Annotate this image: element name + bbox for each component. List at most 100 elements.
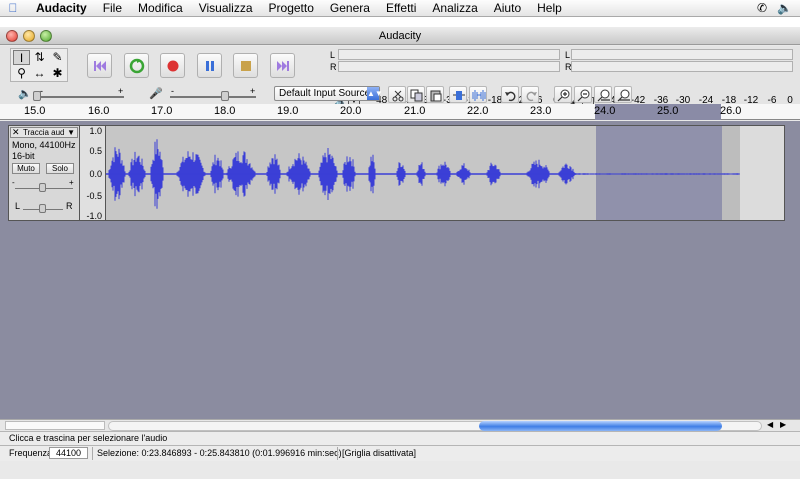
redo-icon: [526, 91, 537, 102]
ruler-tick: 26.0: [720, 105, 742, 117]
cut-button[interactable]: [388, 86, 406, 103]
scroll-right-arrow-icon[interactable]: ▶: [780, 420, 786, 429]
menubar:  Audacity File Modifica Visualizza Prog…: [0, 0, 800, 17]
trim-button[interactable]: [449, 86, 467, 103]
selection-readout: Selezione: 0:23.846893 - 0:25.843810 (0:…: [97, 448, 342, 458]
ruler-tick: 17.0: [151, 105, 173, 117]
silence-icon: [472, 90, 486, 101]
fit-selection-button[interactable]: [594, 86, 612, 103]
input-volume-icon: 🎤: [149, 88, 163, 100]
ruler-tick: 19.0: [277, 105, 299, 117]
track-area[interactable]: ✕ Traccia aud ▼ Mono, 44100Hz 16-bit Mut…: [0, 121, 800, 419]
pause-button[interactable]: [197, 53, 222, 78]
amplitude-tick: 0.5: [89, 146, 102, 156]
horizontal-scroll-thumb[interactable]: [479, 421, 722, 431]
track-header[interactable]: ✕ Traccia aud ▼: [10, 127, 78, 138]
rec-meter-l-label: L: [565, 50, 571, 60]
menu-project[interactable]: Progetto: [261, 1, 322, 15]
input-source-select[interactable]: Default Input Source ▲▼: [274, 86, 383, 101]
timeshift-tool-icon[interactable]: ↔: [31, 66, 48, 81]
track-gain-thumb[interactable]: [39, 183, 46, 192]
skip-start-button[interactable]: [87, 53, 112, 78]
apple-icon[interactable]: : [4, 1, 22, 15]
gain-minus: -: [12, 178, 15, 187]
timeline-ruler[interactable]: 15.0 16.0 17.0 18.0 19.0 20.0 21.0 22.0 …: [0, 104, 800, 120]
menu-effects[interactable]: Effetti: [378, 1, 424, 15]
zoom-in-button[interactable]: [554, 86, 572, 103]
input-volume-plus: +: [250, 86, 256, 96]
skip-end-button[interactable]: [270, 53, 295, 78]
amplitude-ruler: 1.0 0.5 0.0 -0.5 -1.0: [80, 125, 105, 221]
input-volume-slider[interactable]: [170, 96, 256, 98]
close-track-icon[interactable]: ✕: [12, 128, 20, 137]
input-volume-thumb[interactable]: [221, 91, 229, 101]
ruler-tick: 21.0: [404, 105, 426, 117]
menu-view[interactable]: Visualizza: [191, 1, 261, 15]
ruler-tick: 20.0: [340, 105, 362, 117]
play-meter-r-label: R: [330, 62, 337, 72]
menu-analyze[interactable]: Analizza: [424, 1, 485, 15]
menu-file[interactable]: File: [95, 1, 130, 15]
status-hint-bar: Clicca e trascina per selezionare l'audi…: [0, 431, 800, 445]
draw-tool-icon[interactable]: ✎: [49, 50, 66, 65]
record-button[interactable]: [160, 53, 185, 78]
scroll-left-arrow-icon[interactable]: ◀: [767, 420, 773, 429]
copy-button[interactable]: [407, 86, 425, 103]
scissors-icon: [392, 90, 404, 102]
stop-icon: [241, 61, 251, 71]
record-icon: [167, 60, 179, 72]
waveform-display[interactable]: [105, 125, 785, 221]
selection-tool-icon[interactable]: I: [13, 50, 30, 65]
track-name[interactable]: Traccia aud: [23, 128, 65, 137]
ruler-tick: 22.0: [467, 105, 489, 117]
zoom-in-icon: [557, 89, 570, 102]
zoom-out-button[interactable]: [574, 86, 592, 103]
redo-button[interactable]: [521, 86, 539, 103]
play-meter-left: [338, 49, 560, 60]
output-volume-slider[interactable]: [38, 96, 124, 98]
amplitude-tick: -1.0: [86, 211, 102, 221]
silence-button[interactable]: [469, 86, 487, 103]
multi-tool-icon[interactable]: ✱: [49, 66, 66, 81]
zoom-tool-icon[interactable]: ⚲: [13, 66, 30, 81]
menu-help[interactable]: Help: [529, 1, 570, 15]
volume-icon[interactable]: 🔈: [777, 1, 792, 15]
waveform-graphic: [106, 139, 740, 209]
menu-app[interactable]: Audacity: [28, 1, 95, 15]
solo-button[interactable]: Solo: [46, 163, 74, 174]
envelope-tool-icon[interactable]: ⇅: [31, 50, 48, 65]
input-source-value: Default Input Source: [279, 88, 371, 99]
close-window-button[interactable]: [6, 30, 18, 42]
amplitude-tick: 1.0: [89, 126, 102, 136]
input-volume-minus: -: [171, 86, 174, 96]
stop-button[interactable]: [233, 53, 258, 78]
rec-meter-left: [571, 49, 793, 60]
tools-toolbar: I ⇅ ✎ ⚲ ↔ ✱: [10, 48, 68, 82]
fit-project-button[interactable]: [614, 86, 632, 103]
output-volume-icon: 🔈: [18, 88, 32, 100]
play-button[interactable]: [124, 53, 149, 78]
paste-button[interactable]: [426, 86, 444, 103]
skip-end-icon: [277, 61, 289, 71]
rate-field[interactable]: 44100: [49, 447, 88, 459]
phone-icon[interactable]: ✆: [757, 1, 767, 15]
menu-help-it[interactable]: Aiuto: [486, 1, 529, 15]
track-menu-icon[interactable]: ▼: [67, 128, 75, 137]
status-hint: Clicca e trascina per selezionare l'audi…: [9, 433, 168, 443]
menu-edit[interactable]: Modifica: [130, 1, 191, 15]
horizontal-scrollbar-area: ◀ ▶: [0, 419, 800, 431]
mute-button[interactable]: Muto: [12, 163, 40, 174]
minimize-window-button[interactable]: [23, 30, 35, 42]
zoom-window-button[interactable]: [40, 30, 52, 42]
undo-button[interactable]: [501, 86, 519, 103]
track-bit-depth: 16-bit: [12, 151, 35, 161]
pan-left-label: L: [15, 201, 21, 211]
output-volume-thumb[interactable]: [33, 91, 41, 101]
copy-icon: [410, 89, 423, 102]
menu-generate[interactable]: Genera: [322, 1, 378, 15]
track-pan-thumb[interactable]: [39, 204, 46, 213]
track-control-panel: ✕ Traccia aud ▼ Mono, 44100Hz 16-bit Mut…: [8, 125, 80, 221]
rec-meter-right: [571, 61, 793, 72]
fit-selection-icon: [597, 89, 610, 102]
pan-right-label: R: [66, 201, 73, 211]
